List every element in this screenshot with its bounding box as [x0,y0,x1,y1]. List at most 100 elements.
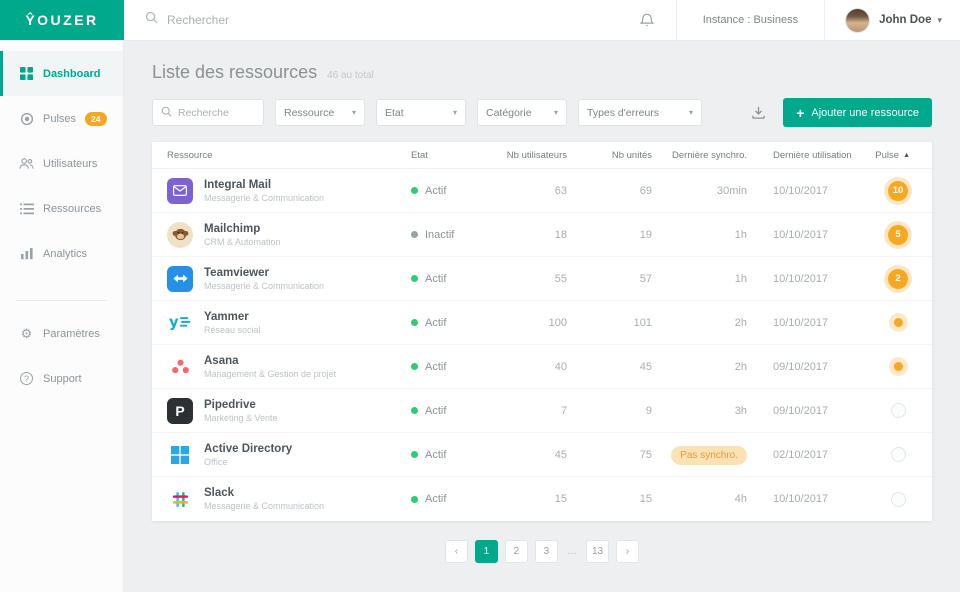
table-row-active-directory[interactable]: Active Directory Office Actif 45 75 Pas … [152,433,932,477]
last-sync: 30min [662,185,757,197]
prev-page-button[interactable]: ‹ [445,540,468,563]
table-body: Integral Mail Messagerie & Communication… [152,169,932,521]
table-row-slack[interactable]: Slack Messagerie & Communication Actif 1… [152,477,932,521]
last-use-date: 10/10/2017 [757,229,867,241]
resource-name: Mailchimp [204,223,281,235]
sidebar-item-pulses[interactable]: Pulses 24 [0,96,123,141]
resources-table: RessourceEtatNb utilisateursNb unitésDer… [152,142,932,521]
pagination: ‹ 123 … 13 › [152,540,932,563]
user-name: John Doe [879,14,931,26]
last-sync: 4h [662,493,757,505]
next-page-button[interactable]: › [616,540,639,563]
topbar: ŶOUZER Instance : Business John Doe ▾ [0,0,960,41]
users-count: 15 [482,493,577,505]
units-count: 45 [577,361,662,373]
pulse-score-badge: 5 [888,225,908,245]
filter-select-categorie[interactable]: Catégorie ▾ [477,99,567,126]
status-dot [411,231,418,238]
last-use-date: 10/10/2017 [757,317,867,329]
main-content: Liste des ressources 46 au total Ressour… [124,41,960,592]
support-icon: ? [19,372,34,385]
last-use-date: 10/10/2017 [757,185,867,197]
resource-search[interactable] [152,99,264,126]
filter-select-ressource[interactable]: Ressource ▾ [275,99,365,126]
filter-bar: Ressource ▾ Etat ▾ Catégorie ▾ Types d'e… [152,98,932,127]
table-header-row: RessourceEtatNb utilisateursNb unitésDer… [152,142,932,169]
instance-label: Instance : Business [677,14,824,26]
last-use-date: 09/10/2017 [757,361,867,373]
table-row-integral-mail[interactable]: Integral Mail Messagerie & Communication… [152,169,932,213]
page-button-13[interactable]: 13 [586,540,609,563]
sidebar-item-label: Utilisateurs [43,158,97,170]
sidebar-item-label: Pulses [43,113,76,125]
column-header-derniere-synchro[interactable]: Dernière synchro. [662,150,757,161]
download-button[interactable] [745,105,772,120]
yammer-icon: y [167,310,193,336]
page-title: Liste des ressources [152,62,317,83]
pulses-icon [19,112,34,126]
sidebar-item-dashboard[interactable]: Dashboard [0,51,123,96]
user-menu[interactable]: John Doe ▾ [825,8,960,33]
state-cell: Actif [397,317,482,329]
resource-category: CRM & Automation [204,237,281,247]
page-button-3[interactable]: 3 [535,540,558,563]
table-row-pipedrive[interactable]: P Pipedrive Marketing & Vente Actif 7 9 … [152,389,932,433]
table-row-asana[interactable]: Asana Management & Gestion de projet Act… [152,345,932,389]
column-header-ressource[interactable]: Ressource [152,150,397,161]
integral-mail-icon [167,178,193,204]
table-row-mailchimp[interactable]: Mailchimp CRM & Automation Inactif 18 19… [152,213,932,257]
table-row-teamviewer[interactable]: Teamviewer Messagerie & Communication Ac… [152,257,932,301]
topbar-right: Instance : Business John Doe ▾ [618,0,960,40]
notifications-bell-icon[interactable] [618,13,676,28]
sidebar-item-support[interactable]: ? Support [0,356,123,401]
analytics-icon [19,247,34,260]
column-header-nb-utilisateurs[interactable]: Nb utilisateurs [482,150,577,161]
sidebar-item-ressources[interactable]: Ressources [0,186,123,231]
plus-icon: + [796,106,804,120]
column-header-etat[interactable]: Etat [397,150,482,161]
pulse-cell: 2 [867,269,932,289]
resource-cell: Asana Management & Gestion de projet [152,354,397,380]
sidebar-item-parametres[interactable]: ⚙ Paramètres [0,311,123,356]
pulse-score-badge: 2 [888,269,908,289]
units-count: 101 [577,317,662,329]
last-sync: 3h [662,405,757,417]
table-row-yammer[interactable]: y Yammer Réseau social Actif 100 101 2h … [152,301,932,345]
sidebar-item-utilisateurs[interactable]: Utilisateurs [0,141,123,186]
sidebar-nav: Dashboard Pulses 24 Utilisateurs Ressour… [0,41,123,276]
page-head: Liste des ressources 46 au total [152,62,932,83]
chevron-down-icon: ▾ [554,108,558,117]
column-header-pulse[interactable]: Pulse▲ [867,150,932,161]
resource-category: Marketing & Vente [204,413,278,423]
slack-icon [167,486,193,512]
filter-select-types-d-erreurs[interactable]: Types d'erreurs ▾ [578,99,702,126]
resource-search-input[interactable] [178,107,256,119]
dashboard-icon [19,67,34,80]
count-badge: 24 [85,112,106,126]
total-count: 46 au total [327,70,374,81]
page-button-1[interactable]: 1 [475,540,498,563]
pulse-cell [867,362,932,371]
status-label: Actif [425,405,446,417]
page-button-2[interactable]: 2 [505,540,528,563]
users-icon [19,157,34,170]
page-ellipsis: … [565,546,579,557]
status-label: Actif [425,361,446,373]
resource-category: Office [204,457,292,467]
state-cell: Actif [397,493,482,505]
resource-name: Pipedrive [204,399,278,411]
column-header-derniere-utilisation[interactable]: Dernière utilisation [757,150,867,161]
filter-select-etat[interactable]: Etat ▾ [376,99,466,126]
status-label: Actif [425,273,446,285]
pulse-score-badge: 10 [888,181,908,201]
global-search[interactable] [124,0,618,40]
state-cell: Actif [397,449,482,461]
filter-select-value: Types d'erreurs [587,107,659,119]
sidebar-item-analytics[interactable]: Analytics [0,231,123,276]
global-search-input[interactable] [167,13,467,27]
search-icon [145,11,158,29]
sidebar-divider [16,300,107,301]
add-resource-button[interactable]: + Ajouter une ressource [783,98,932,127]
column-header-nb-unites[interactable]: Nb unités [577,150,662,161]
resource-cell: P Pipedrive Marketing & Vente [152,398,397,424]
